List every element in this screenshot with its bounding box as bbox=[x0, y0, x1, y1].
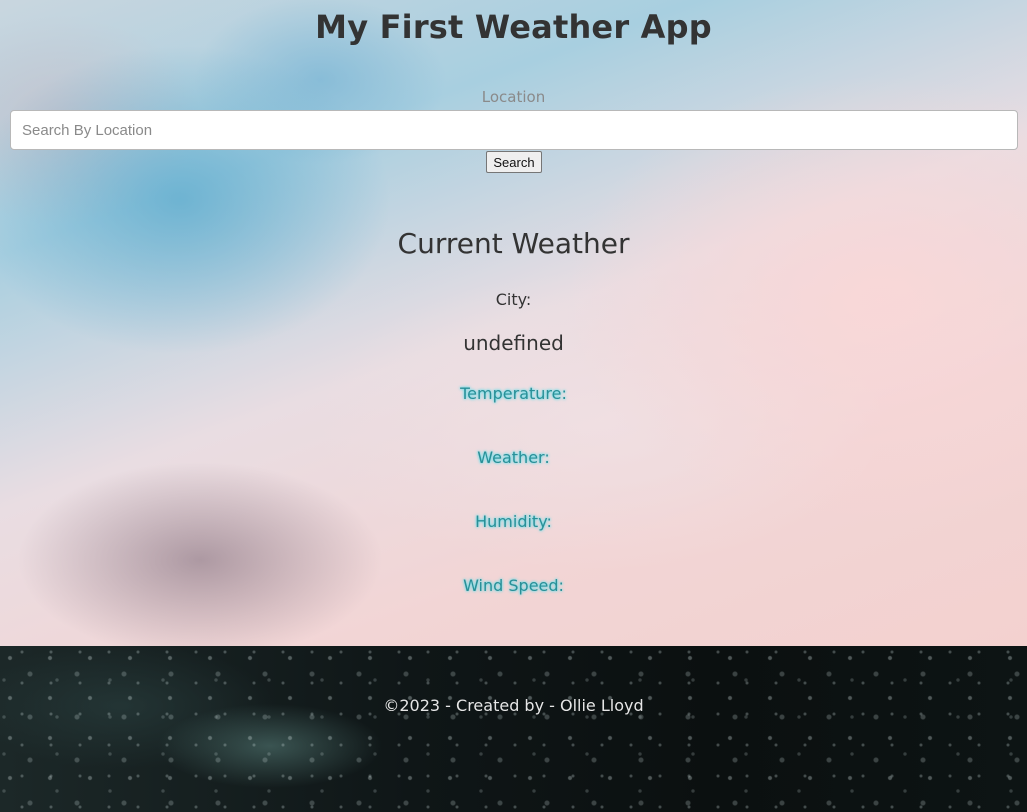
footer bbox=[0, 646, 1027, 812]
search-button[interactable]: Search bbox=[486, 151, 542, 173]
wind-speed-label: Wind Speed: bbox=[463, 576, 564, 595]
raindrops-background bbox=[0, 646, 1027, 812]
current-weather-title: Current Weather bbox=[397, 227, 630, 260]
city-value: undefined bbox=[463, 331, 564, 355]
humidity-label: Humidity: bbox=[475, 512, 552, 531]
weather-label: Weather: bbox=[477, 448, 550, 467]
footer-credit: ©2023 - Created by - Ollie Lloyd bbox=[383, 696, 644, 715]
city-label: City: bbox=[495, 290, 532, 309]
search-input[interactable] bbox=[10, 110, 1018, 150]
app-title: My First Weather App bbox=[315, 8, 712, 46]
temperature-label: Temperature: bbox=[460, 384, 567, 403]
location-label: Location bbox=[481, 88, 546, 106]
